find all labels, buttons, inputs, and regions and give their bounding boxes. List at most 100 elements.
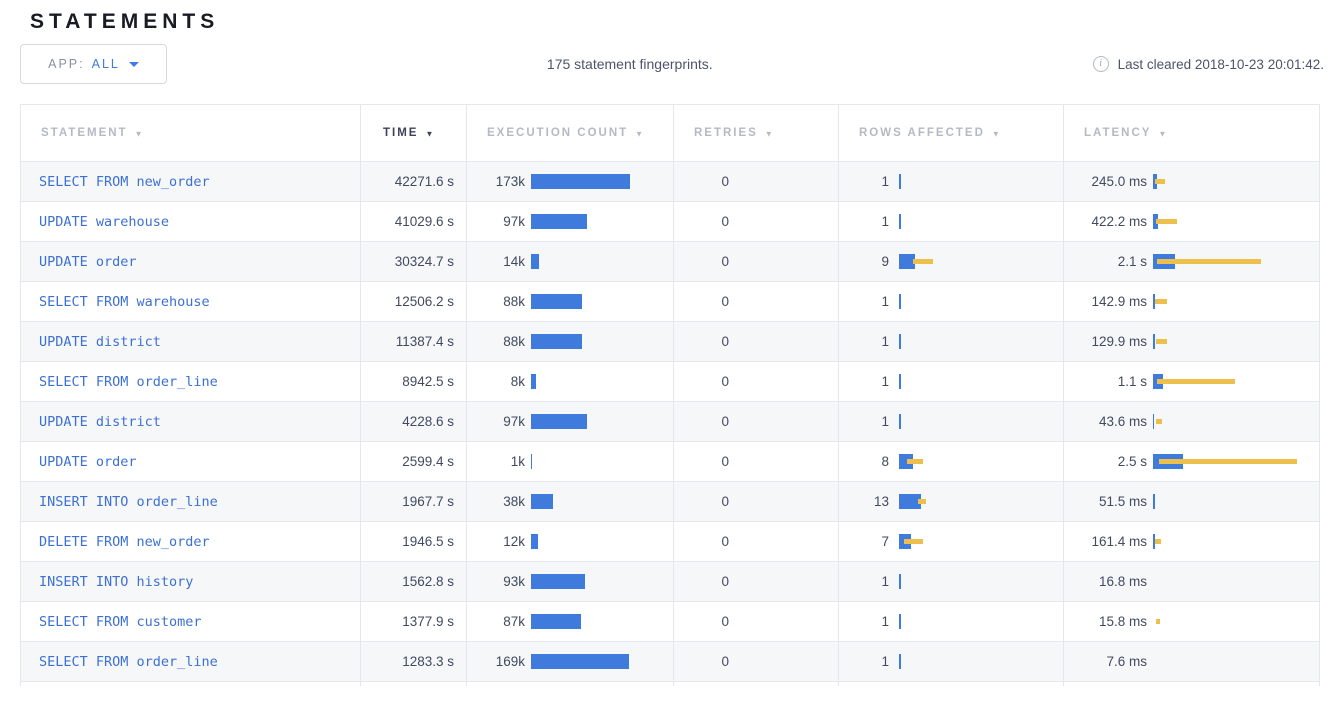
column-header-label: LATENCY	[1084, 127, 1151, 139]
mean-bar	[1153, 414, 1154, 429]
mini-barchart	[899, 642, 1063, 681]
mini-barchart	[899, 282, 1063, 321]
mean-bar	[1153, 334, 1155, 349]
mini-barchart	[899, 362, 1063, 401]
time-value: 1283.3 s	[361, 642, 467, 681]
cell-value: 1.1 s	[1064, 374, 1147, 389]
stddev-bar	[907, 459, 923, 464]
app-filter-dropdown[interactable]: APP: ALL	[20, 44, 167, 84]
cell-value: 1k	[467, 454, 525, 469]
mean-bar	[531, 614, 581, 629]
table-row: SELECT FROM order_line8942.5 s8k011.1 s	[21, 362, 1319, 402]
mean-bar	[899, 614, 901, 629]
cell-value: 0	[674, 374, 729, 389]
table-header-row: STATEMENT▼TIME▼EXECUTION COUNT▼RETRIES▼R…	[21, 105, 1319, 162]
cell-value: 0	[674, 174, 729, 189]
chevron-down-icon	[129, 62, 139, 67]
mini-barchart	[531, 242, 673, 281]
mean-bar	[531, 534, 538, 549]
stddev-bar	[1155, 299, 1167, 304]
table-row: UPDATE district4228.6 s97k0143.6 ms	[21, 402, 1319, 442]
cell-value: 43.6 ms	[1064, 414, 1147, 429]
time-value: 1377.9 s	[361, 602, 467, 641]
cell-value: 16.8 ms	[1064, 574, 1147, 589]
cell-value: 87k	[467, 614, 525, 629]
mini-barchart	[899, 522, 1063, 561]
column-header-time[interactable]: TIME▼	[361, 105, 467, 161]
column-header-label: STATEMENT	[41, 127, 128, 139]
stddev-bar	[918, 499, 926, 504]
time-value: 11387.4 s	[361, 322, 467, 361]
mini-barchart	[1153, 242, 1321, 281]
statement-link[interactable]: UPDATE order	[39, 254, 137, 270]
mean-bar	[531, 294, 582, 309]
mean-bar	[899, 174, 901, 189]
time-value: 8942.5 s	[361, 362, 467, 401]
mini-barchart	[899, 162, 1063, 201]
cell-value: 422.2 ms	[1064, 214, 1147, 229]
statement-link[interactable]: SELECT FROM order_line	[39, 654, 218, 670]
column-header-execution_count[interactable]: EXECUTION COUNT▼	[467, 105, 674, 161]
column-header-statement[interactable]: STATEMENT▼	[21, 105, 361, 161]
statement-link[interactable]: UPDATE district	[39, 414, 161, 430]
time-value: 42271.6 s	[361, 162, 467, 201]
info-icon[interactable]: i	[1093, 56, 1109, 72]
cell-value: 7.6 ms	[1064, 654, 1147, 669]
table-row: UPDATE warehouse41029.6 s97k01422.2 ms	[21, 202, 1319, 242]
sort-arrow-icon: ▼	[992, 129, 1002, 138]
mini-barchart	[1153, 482, 1321, 521]
column-header-label: ROWS AFFECTED	[859, 127, 985, 139]
column-header-latency[interactable]: LATENCY ▼	[1064, 105, 1321, 161]
cell-value: 173k	[467, 174, 525, 189]
statement-link[interactable]: UPDATE district	[39, 334, 161, 350]
cell-value: 1	[839, 214, 889, 229]
statement-link[interactable]: SELECT FROM warehouse	[39, 294, 210, 310]
stddev-bar	[1155, 179, 1165, 184]
cell-value: 0	[674, 654, 729, 669]
column-header-rows_affected[interactable]: ROWS AFFECTED ▼	[839, 105, 1064, 161]
mean-bar	[531, 174, 630, 189]
cell-value: 0	[674, 494, 729, 509]
statement-link[interactable]: UPDATE order	[39, 454, 137, 470]
statement-link[interactable]: DELETE FROM new_order	[39, 534, 210, 550]
mini-barchart	[899, 602, 1063, 641]
cell-value: 97k	[467, 414, 525, 429]
sort-arrow-icon: ▼	[1158, 129, 1168, 138]
cell-value: 51.5 ms	[1064, 494, 1147, 509]
time-value: 2599.4 s	[361, 442, 467, 481]
app-filter-label: APP:	[48, 57, 85, 71]
cell-value: 0	[674, 454, 729, 469]
mean-bar	[899, 334, 901, 349]
cell-value: 1	[839, 654, 889, 669]
stddev-bar	[1156, 419, 1162, 424]
cell-value: 161.4 ms	[1064, 534, 1147, 549]
mean-bar	[531, 374, 536, 389]
cell-value: 0	[674, 534, 729, 549]
statements-table: STATEMENT▼TIME▼EXECUTION COUNT▼RETRIES▼R…	[20, 104, 1320, 686]
stddev-bar	[1156, 219, 1177, 224]
mini-barchart	[1153, 602, 1321, 641]
cell-value: 0	[674, 334, 729, 349]
mini-barchart	[899, 442, 1063, 481]
mini-barchart	[1153, 362, 1321, 401]
app-filter-value: ALL	[92, 57, 120, 71]
statement-link[interactable]: SELECT FROM new_order	[39, 174, 210, 190]
statement-link[interactable]: SELECT FROM order_line	[39, 374, 218, 390]
sort-arrow-icon: ▼	[765, 129, 775, 138]
statement-link[interactable]: UPDATE warehouse	[39, 214, 169, 230]
stddev-bar	[1157, 259, 1261, 264]
stddev-bar	[1159, 459, 1297, 464]
mini-barchart	[531, 642, 673, 681]
mean-bar	[1153, 494, 1155, 509]
mini-barchart	[899, 242, 1063, 281]
table-row: INSERT INTO order_line1967.7 s38k01351.5…	[21, 482, 1319, 522]
statement-link[interactable]: INSERT INTO order_line	[39, 494, 218, 510]
statement-link[interactable]: SELECT FROM customer	[39, 614, 202, 630]
column-header-retries[interactable]: RETRIES▼	[674, 105, 839, 161]
cell-value: 88k	[467, 294, 525, 309]
mean-bar	[899, 574, 901, 589]
cell-value: 0	[674, 414, 729, 429]
cell-value: 13	[839, 494, 889, 509]
statement-link[interactable]: INSERT INTO history	[39, 574, 193, 590]
mean-bar	[531, 414, 587, 429]
